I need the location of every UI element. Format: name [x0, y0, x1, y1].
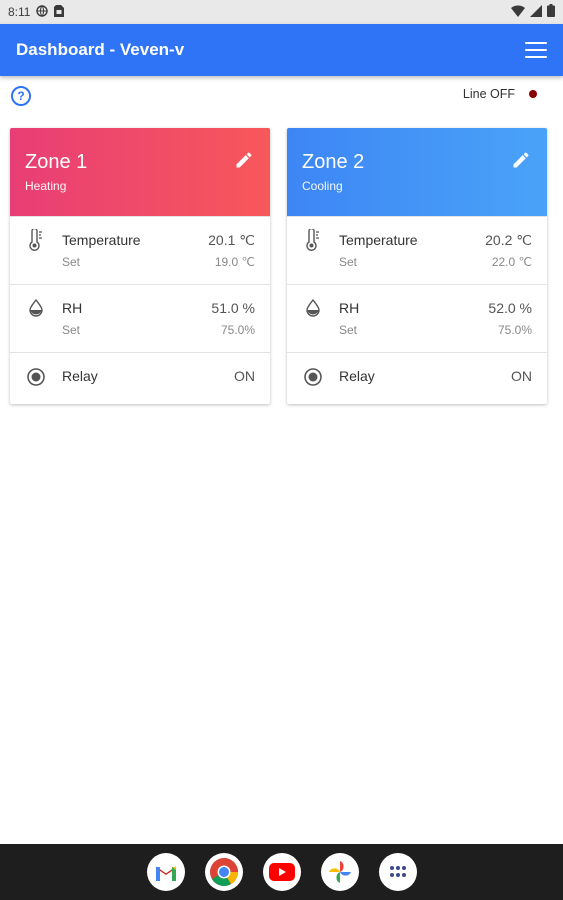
cellular-signal-icon — [530, 4, 542, 20]
wifi-icon — [511, 4, 525, 20]
water-drop-icon — [303, 297, 323, 319]
edit-pencil-icon[interactable] — [511, 150, 531, 170]
rh-value: 51.0 % — [211, 300, 255, 316]
zone-card-2: Zone 2 Cooling Temperature 20.2 ℃ Set 22… — [287, 128, 547, 404]
temperature-label: Temperature — [339, 232, 418, 248]
battery-icon — [547, 4, 555, 20]
water-drop-icon — [26, 297, 46, 319]
rh-set-value: 75.0% — [220, 323, 255, 337]
help-icon[interactable]: ? — [11, 86, 31, 106]
rh-row: RH 51.0 % Set 75.0% — [10, 284, 270, 352]
line-status-label: Line OFF — [462, 87, 515, 101]
temperature-label: Temperature — [62, 232, 141, 248]
app-dock — [0, 844, 563, 900]
temperature-set-label: Set — [62, 255, 81, 269]
hamburger-menu-icon[interactable] — [525, 42, 547, 58]
zone-mode: Heating — [25, 179, 67, 193]
temperature-set-value: 22.0 ℃ — [491, 255, 532, 269]
zone-header: Zone 1 Heating — [10, 128, 270, 216]
app-bar: Dashboard - Veven-v — [0, 24, 563, 76]
rh-row: RH 52.0 % Set 75.0% — [287, 284, 547, 352]
temperature-set-label: Set — [339, 255, 358, 269]
zone-header: Zone 2 Cooling — [287, 128, 547, 216]
app-drawer-icon[interactable] — [378, 853, 417, 891]
zone-card-1: Zone 1 Heating Temperature 20.1 ℃ Set 19… — [10, 128, 270, 404]
page-title: Dashboard - Veven-v — [16, 40, 185, 59]
temperature-value: 20.1 ℃ — [208, 232, 255, 248]
rh-set-value: 75.0% — [497, 323, 532, 337]
zone-name: Zone 2 — [302, 151, 365, 173]
relay-label: Relay — [62, 368, 98, 384]
temperature-row: Temperature 20.2 ℃ Set 22.0 ℃ — [287, 216, 547, 284]
rh-label: RH — [339, 300, 360, 316]
relay-label: Relay — [339, 368, 375, 384]
vpn-globe-icon — [36, 4, 49, 20]
relay-row: Relay ON — [287, 352, 547, 402]
chrome-icon[interactable] — [204, 853, 243, 891]
radio-button-on-icon — [26, 367, 46, 389]
rh-value: 52.0 % — [488, 300, 532, 316]
relay-value: ON — [511, 368, 532, 384]
zone-name: Zone 1 — [25, 151, 88, 173]
gmail-icon[interactable] — [146, 853, 185, 891]
temperature-set-value: 19.0 ℃ — [214, 255, 255, 269]
status-bar: 8:11 — [0, 0, 563, 24]
rh-set-label: Set — [62, 323, 81, 337]
rh-set-label: Set — [339, 323, 358, 337]
relay-value: ON — [234, 368, 255, 384]
status-time: 8:11 — [8, 5, 31, 19]
relay-row: Relay ON — [10, 352, 270, 402]
photos-icon[interactable] — [320, 853, 359, 891]
rh-label: RH — [62, 300, 83, 316]
zone-mode: Cooling — [302, 179, 343, 193]
line-status-indicator — [529, 90, 537, 98]
temperature-row: Temperature 20.1 ℃ Set 19.0 ℃ — [10, 216, 270, 284]
sim-card-icon — [54, 4, 65, 20]
thermometer-icon — [303, 227, 323, 251]
youtube-icon[interactable] — [262, 853, 301, 891]
temperature-value: 20.2 ℃ — [485, 232, 532, 248]
radio-button-on-icon — [303, 367, 323, 389]
edit-pencil-icon[interactable] — [234, 150, 254, 170]
thermometer-icon — [26, 227, 46, 251]
